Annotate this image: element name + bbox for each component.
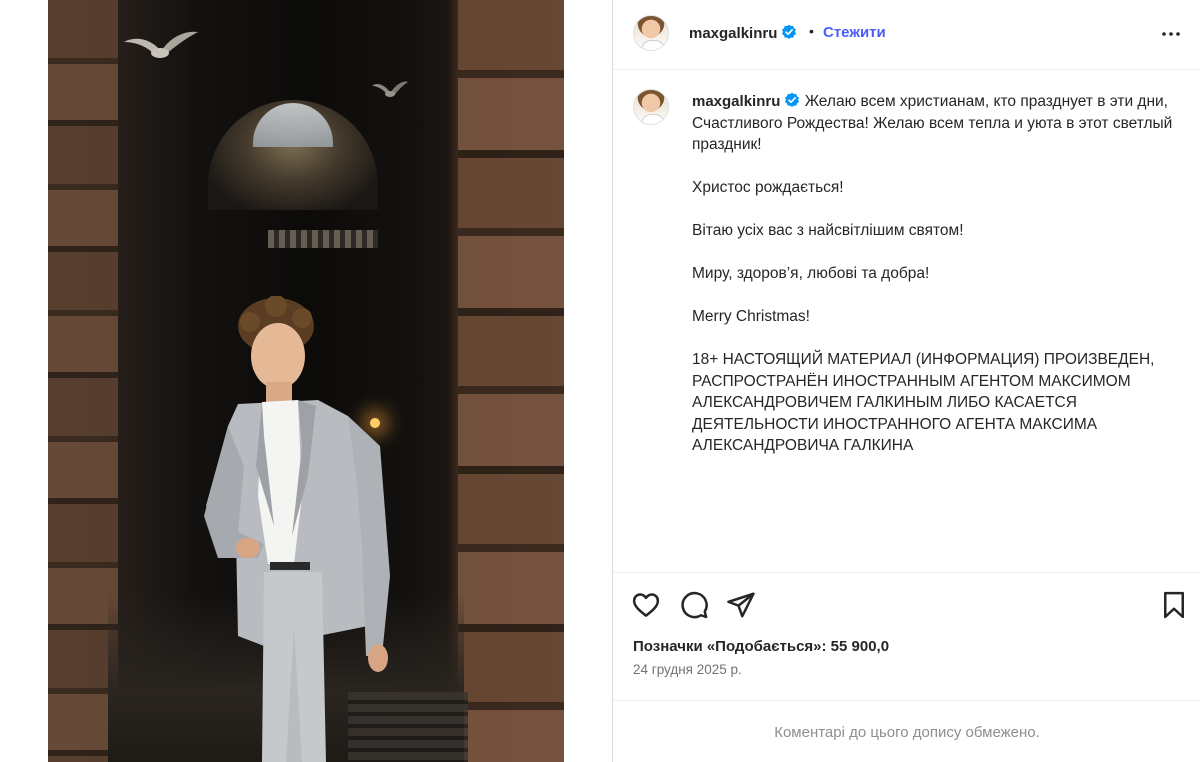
caption-text: maxgalkinru Желаю всем христианам, кто п… (692, 91, 1187, 478)
bookmark-icon[interactable] (1159, 590, 1189, 620)
post-details-pane: maxgalkinru • Стежити maxgalkinru Желаю … (612, 0, 1200, 762)
caption-paragraph: Merry Christmas! (692, 308, 810, 325)
post-date[interactable]: 24 грудня 2025 р. (633, 662, 742, 677)
share-icon[interactable] (726, 590, 756, 620)
dove-icon (372, 81, 408, 97)
man-in-suit (204, 296, 390, 762)
separator-dot: • (809, 23, 814, 39)
caption-username[interactable]: maxgalkinru (692, 93, 780, 110)
author-avatar[interactable] (633, 15, 669, 51)
verified-badge-icon (785, 92, 800, 107)
more-options-icon[interactable] (1159, 22, 1183, 46)
caption-paragraph: Христос рождається! (692, 179, 844, 196)
dove-icon (124, 31, 198, 58)
media-pane (0, 0, 612, 762)
comment-icon[interactable] (679, 590, 709, 620)
post-photo[interactable] (48, 0, 564, 762)
divider (613, 700, 1200, 701)
balcony (268, 230, 378, 248)
door-right (446, 0, 564, 762)
likes-count[interactable]: Позначки «Подобається»: 55 900,0 (633, 638, 889, 655)
follow-button[interactable]: Стежити (823, 24, 886, 41)
author-username[interactable]: maxgalkinru (689, 25, 777, 42)
heart-icon[interactable] (631, 590, 661, 620)
divider (613, 572, 1200, 573)
author-username-row: maxgalkinru (689, 24, 797, 43)
caption-paragraph: Вітаю усіх вас з найсвітлішим святом! (692, 222, 964, 239)
comments-limited-notice: Коментарі до цього допису обмежено. (774, 724, 1040, 741)
caption-author-avatar[interactable] (633, 89, 669, 125)
caption-disclaimer: 18+ НАСТОЯЩИЙ МАТЕРИАЛ (ИНФОРМАЦИЯ) ПРОИ… (692, 351, 1155, 454)
caption-area: maxgalkinru Желаю всем христианам, кто п… (613, 70, 1200, 570)
post-header: maxgalkinru • Стежити (613, 0, 1200, 70)
verified-badge-icon (782, 24, 797, 39)
caption-paragraph: Миру, здоров’я, любові та добра! (692, 265, 930, 282)
